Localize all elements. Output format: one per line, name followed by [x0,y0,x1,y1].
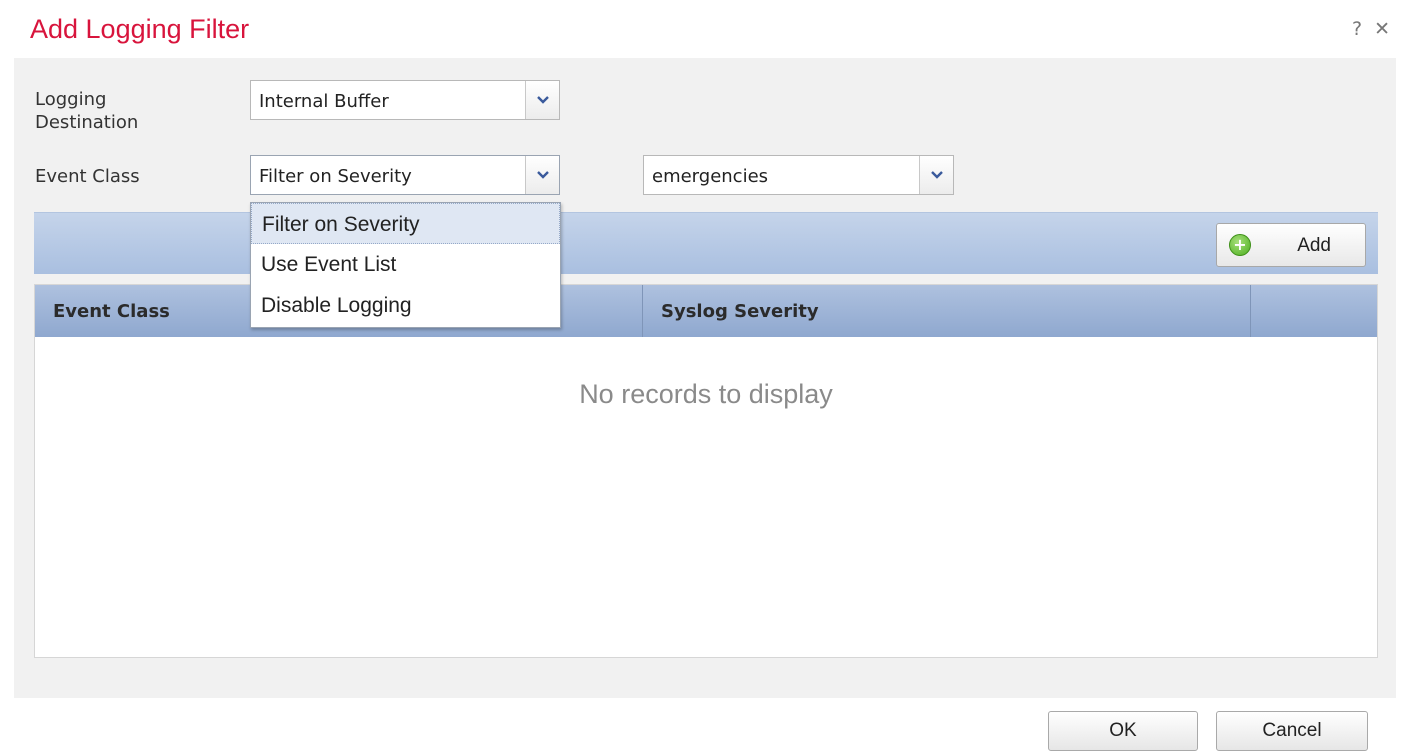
add-plus-icon: + [1229,234,1251,256]
event-class-option-filter-on-severity[interactable]: Filter on Severity [251,203,560,244]
logging-destination-select[interactable]: Internal Buffer [250,80,560,120]
close-icon[interactable]: ✕ [1374,18,1390,40]
cancel-button[interactable]: Cancel [1216,711,1368,751]
chevron-down-icon[interactable] [525,156,559,194]
ok-button[interactable]: OK [1048,711,1198,751]
logging-destination-label: Logging Destination [35,89,139,133]
event-class-select[interactable]: Filter on Severity [250,155,560,195]
filter-grid: Event Class Syslog Severity No records t… [34,284,1378,658]
event-class-option-use-event-list[interactable]: Use Event List [251,244,560,285]
event-class-option-disable-logging[interactable]: Disable Logging [251,285,560,326]
column-header-syslog-severity[interactable]: Syslog Severity [643,285,1251,337]
column-divider [1250,285,1251,337]
event-class-value: Filter on Severity [259,166,412,187]
event-class-label: Event Class [35,166,140,187]
severity-value: emergencies [652,166,769,187]
empty-grid-message: No records to display [579,379,833,409]
grid-toolbar: + Add [34,212,1378,274]
add-button[interactable]: + Add [1216,223,1366,267]
logging-destination-value: Internal Buffer [259,91,389,112]
chevron-down-icon[interactable] [919,156,953,194]
help-icon[interactable]: ? [1352,18,1362,40]
dialog-title-actions: ? ✕ [1352,18,1390,40]
dialog-title: Add Logging Filter [30,14,250,44]
grid-header: Event Class Syslog Severity [35,285,1377,337]
severity-select[interactable]: emergencies [643,155,954,195]
event-class-dropdown-list: Filter on Severity Use Event List Disabl… [250,202,561,328]
chevron-down-icon[interactable] [525,81,559,119]
add-button-label: Add [1297,235,1331,256]
